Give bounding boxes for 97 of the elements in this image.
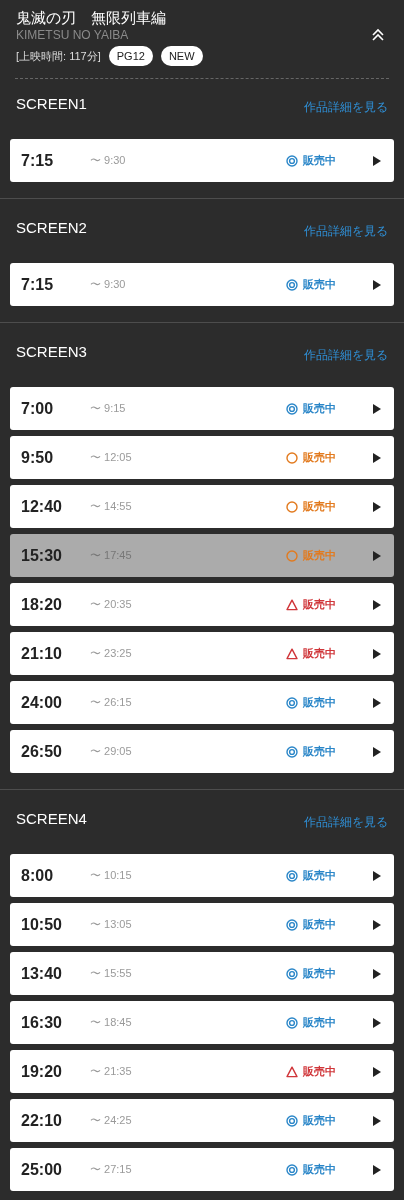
start-time: 10:50: [21, 915, 63, 934]
end-time: 〜 9:30: [90, 153, 127, 168]
play-icon: [372, 549, 382, 562]
play-icon: [372, 402, 382, 415]
showtime-row[interactable]: 25:00 〜 27:15 販売中: [10, 1148, 394, 1191]
play-icon: [372, 1016, 382, 1029]
end-time: 〜 21:35: [90, 1064, 133, 1079]
play-icon: [372, 1114, 382, 1127]
status-label: 販売中: [303, 401, 336, 416]
detail-link[interactable]: 作品詳細を見る: [304, 813, 388, 831]
play-icon: [372, 918, 382, 931]
start-time: 7:00: [21, 399, 55, 418]
screen-title: SCREEN3: [16, 342, 87, 360]
showtime-row[interactable]: 9:50 〜 12:05 販売中: [10, 436, 394, 479]
end-time: 〜 13:05: [90, 917, 133, 932]
end-time: 〜 29:05: [90, 744, 133, 759]
showtime-row[interactable]: 24:00 〜 26:15 販売中: [10, 681, 394, 724]
start-time: 15:30: [21, 546, 63, 565]
end-time: 〜 20:35: [90, 597, 133, 612]
status-label: 販売中: [303, 646, 336, 661]
status-label: 販売中: [303, 917, 336, 932]
play-icon: [372, 278, 382, 291]
showtime-row[interactable]: 26:50 〜 29:05 販売中: [10, 730, 394, 773]
play-icon: [372, 451, 382, 464]
showtime-row[interactable]: 10:50 〜 13:05 販売中: [10, 903, 394, 946]
screen-title: SCREEN1: [16, 94, 87, 112]
end-time: 〜 15:55: [90, 966, 133, 981]
end-time: 〜 24:25: [90, 1113, 133, 1128]
end-time: 〜 26:15: [90, 695, 133, 710]
showtime-row[interactable]: 7:00 〜 9:15 販売中: [10, 387, 394, 430]
start-time: 22:10: [21, 1111, 63, 1130]
start-time: 19:20: [21, 1062, 63, 1081]
chevron-icon: [371, 26, 385, 42]
status-label: 販売中: [303, 153, 336, 168]
status-label: 販売中: [303, 277, 336, 292]
status-label: 販売中: [303, 1162, 336, 1177]
play-icon: [372, 967, 382, 980]
start-time: 16:30: [21, 1013, 63, 1032]
play-icon: [372, 869, 382, 882]
start-time: 24:00: [21, 693, 63, 712]
rating-badge: NEW: [160, 46, 203, 66]
showtime-row[interactable]: 13:40 〜 15:55 販売中: [10, 952, 394, 995]
start-time: 7:15: [21, 275, 55, 294]
movie-title: 鬼滅の刃 無限列車編: [16, 8, 167, 28]
start-time: 21:10: [21, 644, 63, 663]
showtime-row[interactable]: 7:15 〜 9:30 販売中: [10, 263, 394, 306]
end-time: 〜 9:30: [90, 277, 127, 292]
end-time: 〜 18:45: [90, 1015, 133, 1030]
status-label: 販売中: [303, 868, 336, 883]
play-icon: [372, 696, 382, 709]
play-icon: [372, 1065, 382, 1078]
end-time: 〜 12:05: [90, 450, 133, 465]
showtime-row[interactable]: 16:30 〜 18:45 販売中: [10, 1001, 394, 1044]
showtime-row[interactable]: 12:40 〜 14:55 販売中: [10, 485, 394, 528]
play-icon: [372, 500, 382, 513]
screen-title: SCREEN4: [16, 809, 87, 827]
screen-title: SCREEN2: [16, 218, 87, 236]
start-time: 7:15: [21, 151, 55, 170]
play-icon: [372, 598, 382, 611]
showtime-row[interactable]: 8:00 〜 10:15 販売中: [10, 854, 394, 897]
start-time: 26:50: [21, 742, 63, 761]
start-time: 9:50: [21, 448, 55, 467]
status-label: 販売中: [303, 548, 336, 563]
status-label: 販売中: [303, 1064, 336, 1079]
showtime-row[interactable]: 21:10 〜 23:25 販売中: [10, 632, 394, 675]
detail-link[interactable]: 作品詳細を見る: [304, 222, 388, 240]
status-label: 販売中: [303, 1113, 336, 1128]
start-time: 25:00: [21, 1160, 63, 1179]
showtime-row[interactable]: 19:20 〜 21:35 販売中: [10, 1050, 394, 1093]
play-icon: [372, 154, 382, 167]
status-label: 販売中: [303, 499, 336, 514]
status-label: 販売中: [303, 450, 336, 465]
status-label: 販売中: [303, 597, 336, 612]
play-icon: [372, 647, 382, 660]
status-label: 販売中: [303, 966, 336, 981]
end-time: 〜 23:25: [90, 646, 133, 661]
runtime-label: [上映時間: 117分]: [16, 48, 101, 64]
play-icon: [372, 745, 382, 758]
showtime-row[interactable]: 22:10 〜 24:25 販売中: [10, 1099, 394, 1142]
start-time: 18:20: [21, 595, 63, 614]
status-label: 販売中: [303, 695, 336, 710]
start-time: 8:00: [21, 866, 55, 885]
detail-link[interactable]: 作品詳細を見る: [304, 346, 388, 364]
status-label: 販売中: [303, 744, 336, 759]
end-time: 〜 10:15: [90, 868, 133, 883]
play-icon: [372, 1163, 382, 1176]
detail-link[interactable]: 作品詳細を見る: [304, 98, 388, 116]
end-time: 〜 27:15: [90, 1162, 133, 1177]
movie-subtitle: KIMETSU NO YAIBA: [16, 28, 130, 43]
start-time: 13:40: [21, 964, 63, 983]
start-time: 12:40: [21, 497, 63, 516]
showtime-row[interactable]: 18:20 〜 20:35 販売中: [10, 583, 394, 626]
rating-badge: PG12: [108, 46, 153, 66]
end-time: 〜 14:55: [90, 499, 133, 514]
end-time: 〜 9:15: [90, 401, 127, 416]
showtime-row[interactable]: 7:15 〜 9:30 販売中: [10, 139, 394, 182]
status-label: 販売中: [303, 1015, 336, 1030]
